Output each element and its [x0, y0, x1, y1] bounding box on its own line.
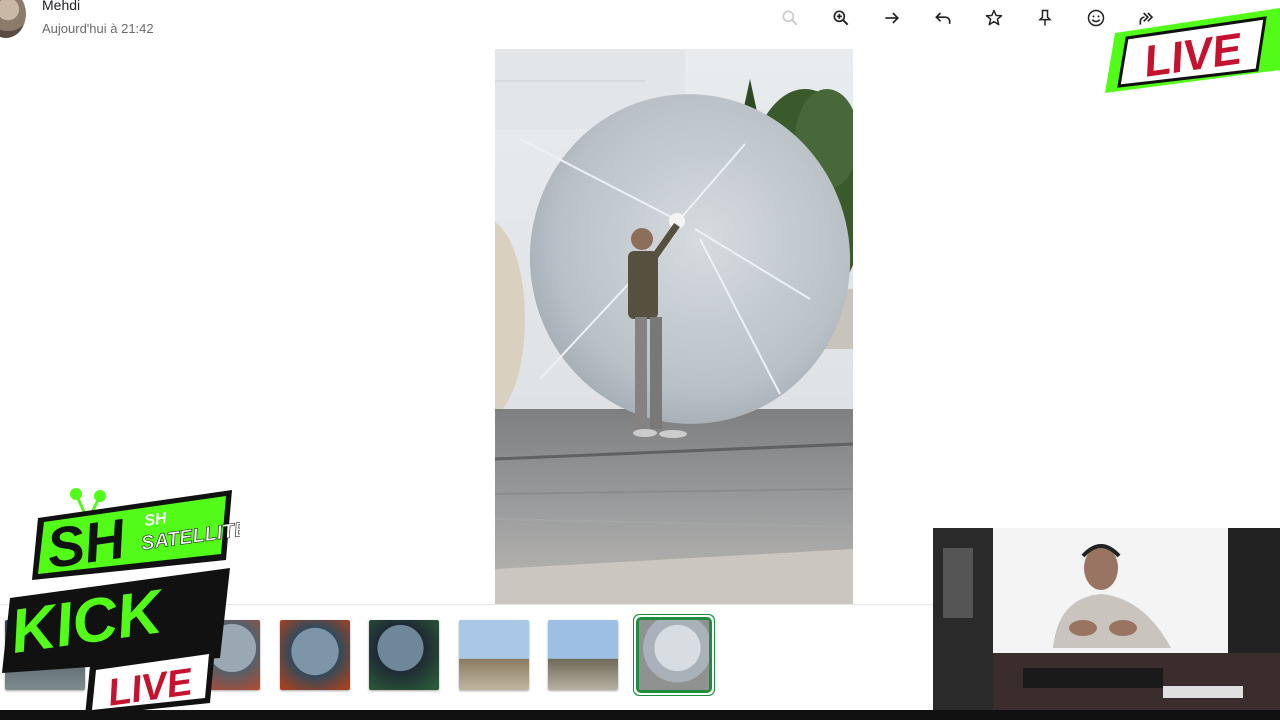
star-button[interactable]: [979, 4, 1009, 32]
live-badge: LIVE: [1105, 8, 1280, 118]
satellite-dish-photo: [495, 49, 853, 604]
zoom-in-button[interactable]: [826, 4, 856, 32]
reply-button[interactable]: [928, 4, 958, 32]
thumbnail[interactable]: [280, 620, 350, 690]
sender-avatar[interactable]: [0, 0, 26, 38]
zoom-out-button[interactable]: [775, 4, 805, 32]
message-timestamp: Aujourd'hui à 21:42: [42, 21, 154, 36]
thumbnail[interactable]: [369, 620, 439, 690]
thumbnail[interactable]: [459, 620, 529, 690]
reply-icon: [935, 12, 951, 24]
sender-name[interactable]: Mehdi: [42, 0, 80, 13]
pin-button[interactable]: [1030, 4, 1060, 32]
webcam-feed: [933, 528, 1280, 720]
star-icon: [985, 9, 1003, 26]
zoom-in-icon: [833, 10, 849, 26]
thumbnail-active[interactable]: [636, 617, 712, 693]
next-button[interactable]: [877, 4, 907, 32]
logo-sh: SH: [43, 506, 130, 579]
bottom-bar: [0, 710, 1280, 720]
streamer-camera: [933, 528, 1280, 720]
thumbnail[interactable]: [548, 620, 618, 690]
channel-logo: SH SH SATELLITE KICK LIVE: [0, 488, 250, 718]
main-image[interactable]: [495, 49, 853, 604]
logo-sh-small: SH: [143, 510, 168, 530]
search-icon: [782, 10, 798, 26]
pin-icon: [1038, 9, 1052, 26]
emoji-icon: [1087, 9, 1105, 27]
arrow-right-icon: [885, 12, 900, 24]
